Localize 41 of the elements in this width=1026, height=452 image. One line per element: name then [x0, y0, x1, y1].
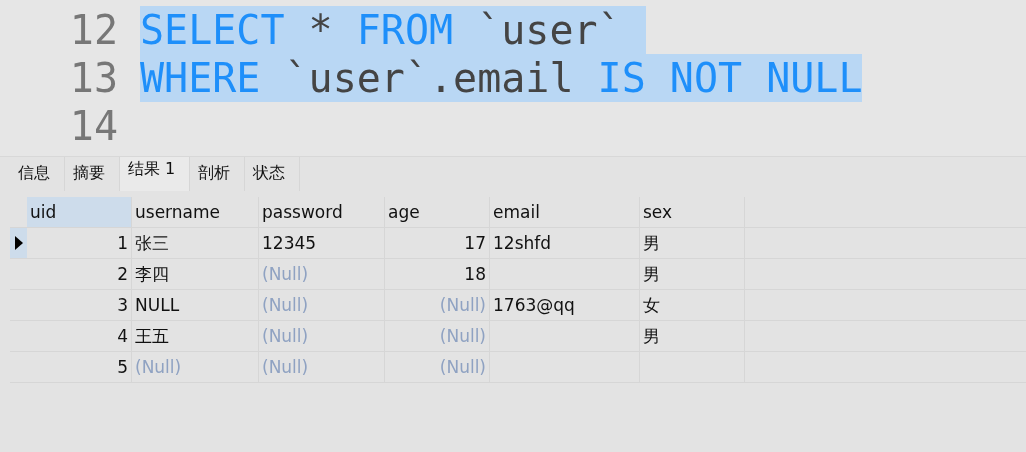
table-cell: (Null) [262, 264, 309, 284]
current-row-icon [14, 236, 23, 250]
table-cell: (Null) [262, 326, 309, 346]
line-number: 13 [68, 54, 118, 102]
table-cell: (Null) [439, 295, 486, 315]
table-cell: 4 [117, 326, 128, 346]
column-header[interactable]: email [490, 197, 640, 227]
column-header[interactable]: uid [27, 197, 132, 227]
table-cell: 3 [117, 295, 128, 315]
table-cell: 12shfd [493, 233, 552, 253]
line-number: 12 [68, 6, 118, 54]
result-tab[interactable]: 剖析 [190, 157, 246, 191]
column-header[interactable]: sex [640, 197, 745, 227]
table-cell: (Null) [262, 357, 309, 377]
table-cell: NULL [135, 295, 180, 315]
table-cell: 1763@qq [493, 295, 575, 315]
table-cell: 12345 [262, 233, 317, 253]
table-cell: 1 [117, 233, 128, 253]
table-cell: 2 [117, 264, 128, 284]
table-cell: 男 [643, 231, 660, 255]
table-cell: (Null) [439, 326, 486, 346]
table-cell: 17 [464, 233, 486, 253]
table-cell: (Null) [135, 357, 182, 377]
result-tab[interactable]: 结果 1 [120, 157, 191, 191]
table-cell: 男 [643, 262, 660, 286]
table-cell: 18 [464, 264, 486, 284]
table-cell: 5 [117, 357, 128, 377]
table-cell: 王五 [135, 324, 169, 348]
table-cell: 男 [643, 324, 660, 348]
result-tab[interactable]: 信息 [10, 157, 65, 191]
table-cell: 张三 [135, 231, 169, 255]
column-header[interactable]: password [259, 197, 385, 227]
row-marker[interactable] [10, 228, 27, 258]
table-cell: 李四 [135, 262, 169, 286]
line-number: 14 [68, 102, 118, 150]
table-cell: (Null) [262, 295, 309, 315]
column-header[interactable]: age [385, 197, 490, 227]
result-tab[interactable]: 状态 [245, 157, 301, 191]
column-header[interactable]: username [132, 197, 259, 227]
table-cell: (Null) [439, 357, 486, 377]
table-cell: 女 [643, 293, 660, 317]
